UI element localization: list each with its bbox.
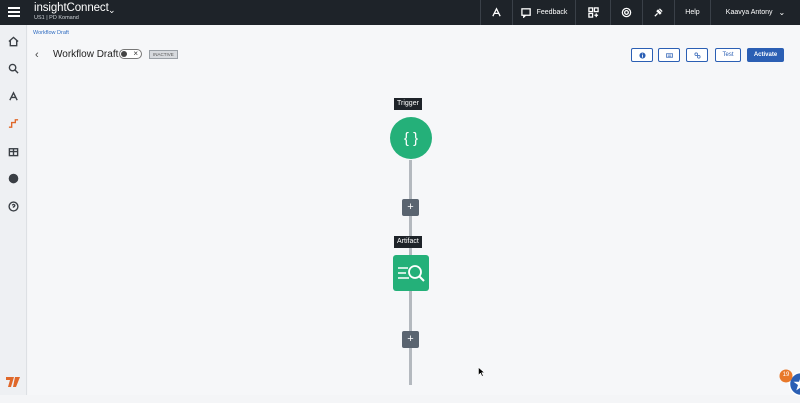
- user-menu-chevron-down-icon: ⌄: [779, 8, 786, 17]
- keyboard-icon: [666, 52, 673, 59]
- info-button[interactable]: [631, 48, 653, 62]
- assistant-launcher[interactable]: 19: [773, 368, 800, 398]
- notification-count: 19: [779, 372, 793, 378]
- page-title: Workflow Draft: [53, 49, 118, 60]
- org-switch-chevron-down-icon[interactable]: ⌄: [108, 5, 116, 16]
- feedback-icon: [521, 7, 532, 18]
- gear-icon: [621, 7, 632, 18]
- breadcrumb[interactable]: Workflow Draft: [33, 30, 69, 36]
- home-icon[interactable]: [7, 35, 20, 48]
- org-name: US1 | PD Komand: [34, 16, 109, 22]
- artifact-search-icon: [396, 262, 426, 284]
- trigger-label: Trigger: [394, 98, 422, 110]
- feedback-label: Feedback: [537, 9, 568, 16]
- artifact-label: Artifact: [394, 236, 422, 248]
- brand-name: Connect: [67, 2, 109, 14]
- workflow-canvas-area: Workflow Draft ‹ Workflow Draft × INACTI…: [28, 25, 800, 395]
- link-icon: [694, 52, 701, 59]
- add-step-button-bottom[interactable]: +: [402, 331, 419, 348]
- settings-gear-icon[interactable]: [7, 172, 20, 185]
- automation-icon[interactable]: [7, 90, 20, 103]
- hamburger-menu-icon[interactable]: [8, 5, 20, 19]
- keyboard-button[interactable]: [658, 48, 680, 62]
- plugins-button[interactable]: [642, 0, 674, 25]
- link-button[interactable]: [686, 48, 708, 62]
- user-name: Kaavya Antony: [726, 9, 773, 16]
- rapid7-logo-icon: [5, 375, 21, 389]
- status-badge: INACTIVE: [149, 50, 178, 59]
- automation-icon-button[interactable]: [480, 0, 512, 25]
- marketplace-icon[interactable]: [7, 145, 20, 158]
- user-menu[interactable]: Kaavya Antony ⌄: [710, 0, 800, 25]
- mouse-cursor-icon: [478, 367, 485, 377]
- automation-icon: [491, 7, 502, 18]
- app-logo[interactable]: insightConnect US1 | PD Komand: [34, 3, 109, 21]
- test-button[interactable]: Test: [715, 48, 741, 62]
- add-step-button[interactable]: +: [402, 199, 419, 216]
- top-bar: insightConnect US1 | PD Komand ⌄ Feedbac…: [0, 0, 800, 25]
- toggle-off-x-icon: ×: [133, 49, 138, 58]
- activate-button[interactable]: Activate: [747, 48, 784, 62]
- search-icon[interactable]: [7, 62, 20, 75]
- brand-prefix: insight: [34, 2, 67, 14]
- artifact-node[interactable]: [393, 255, 429, 291]
- help-circle-icon[interactable]: [7, 200, 20, 213]
- info-icon: [639, 52, 646, 59]
- plug-icon: [653, 7, 664, 18]
- trigger-node[interactable]: { }: [390, 117, 432, 159]
- activation-toggle[interactable]: ×: [119, 49, 142, 59]
- feedback-button[interactable]: Feedback: [512, 0, 575, 25]
- workflows-icon[interactable]: [7, 117, 20, 130]
- help-label: Help: [685, 9, 699, 16]
- apps-icon: [588, 7, 599, 18]
- back-arrow-icon[interactable]: ‹: [35, 49, 39, 61]
- apps-button[interactable]: [575, 0, 610, 25]
- toggle-knob: [121, 51, 127, 57]
- left-sidebar: [0, 25, 27, 395]
- help-menu[interactable]: Help: [674, 0, 710, 25]
- settings-button[interactable]: [610, 0, 642, 25]
- curly-braces-icon: { }: [404, 130, 418, 147]
